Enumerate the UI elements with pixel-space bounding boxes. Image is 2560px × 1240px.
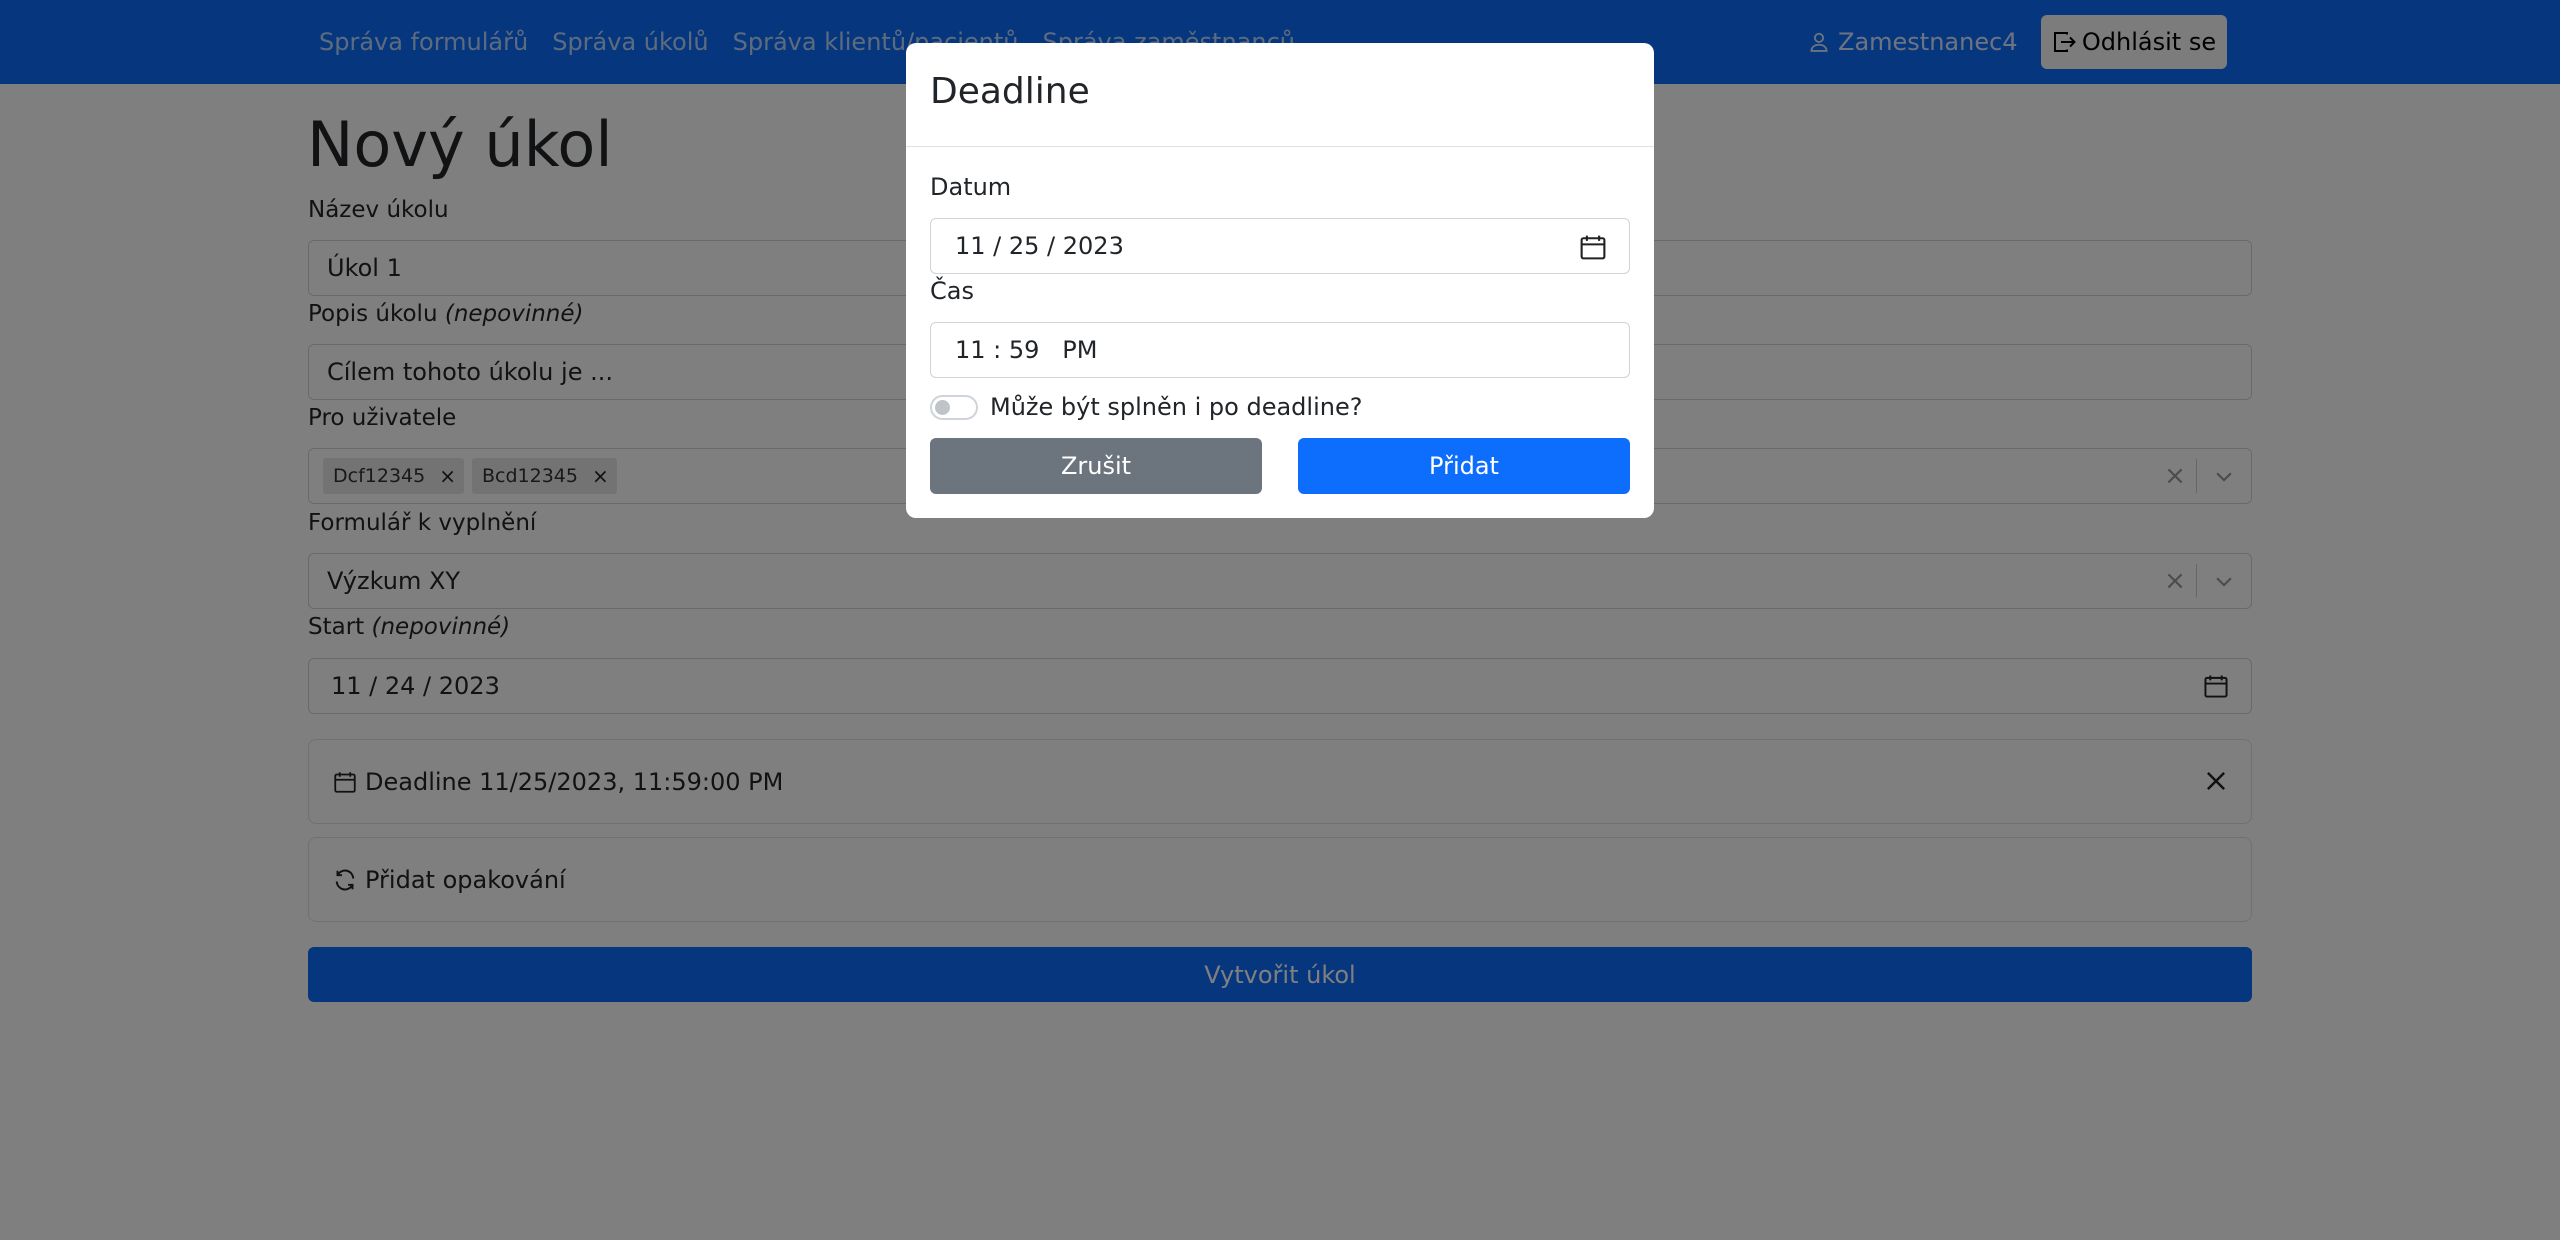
deadline-time-input[interactable]: 11 : 59 PM bbox=[930, 322, 1630, 378]
date-label: Datum bbox=[930, 173, 1012, 201]
toggle-knob bbox=[935, 399, 950, 415]
late-completion-toggle-row: Může být splněn i po deadline? bbox=[930, 393, 1362, 421]
deadline-date-value: 11 / 25 / 2023 bbox=[955, 232, 1124, 260]
modal-title: Deadline bbox=[930, 71, 1090, 112]
late-completion-toggle[interactable] bbox=[930, 394, 978, 420]
add-button[interactable]: Přidat bbox=[1298, 438, 1630, 494]
modal-header: Deadline bbox=[906, 43, 1654, 147]
time-label: Čas bbox=[930, 277, 974, 305]
deadline-time-value: 11 : 59 PM bbox=[955, 336, 1098, 364]
deadline-date-input[interactable]: 11 / 25 / 2023 bbox=[930, 218, 1630, 274]
calendar-icon[interactable] bbox=[1579, 233, 1607, 261]
deadline-modal: Deadline Datum 11 / 25 / 2023 Čas 11 : 5… bbox=[906, 43, 1654, 518]
late-completion-label[interactable]: Může být splněn i po deadline? bbox=[990, 393, 1362, 421]
cancel-button[interactable]: Zrušit bbox=[930, 438, 1262, 494]
